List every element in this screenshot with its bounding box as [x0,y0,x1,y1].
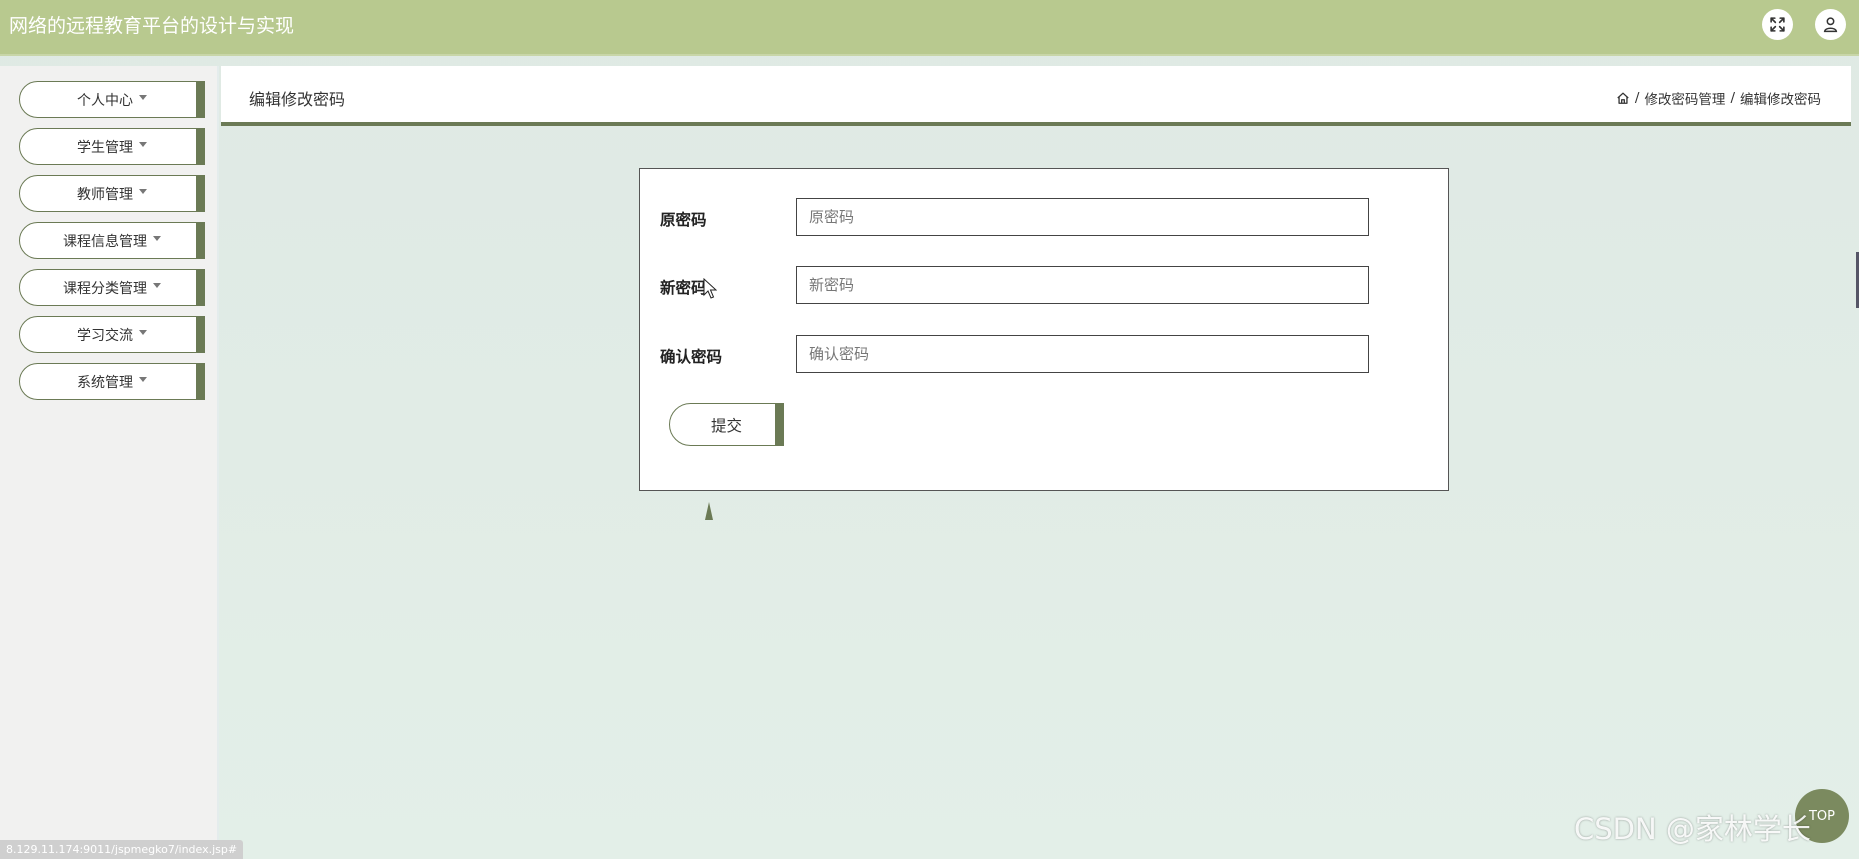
breadcrumb-separator: / [1730,90,1735,106]
mouse-cursor-icon [703,278,717,299]
breadcrumb: / 修改密码管理 / 编辑修改密码 [1616,88,1821,108]
status-bar-url: 8.129.11.174:9011/jspmegko7/index.jsp# [0,840,244,859]
sidebar-item-label: 学生管理 [77,139,133,156]
caret-down-icon [139,377,147,382]
new-password-label: 新密码 [660,279,707,297]
breadcrumb-item-change-password-management[interactable]: 修改密码管理 [1644,88,1725,108]
sidebar-item-course-info-management[interactable]: 课程信息管理 [19,222,205,259]
home-icon[interactable] [1616,91,1630,105]
page-header: 编辑修改密码 / 修改密码管理 / 编辑修改密码 [221,66,1851,126]
app-title: 网络的远程教育平台的设计与实现 [9,15,295,37]
sidebar-item-label: 系统管理 [77,374,133,391]
confirm-password-input[interactable] [796,335,1369,373]
old-password-input[interactable] [796,198,1369,236]
pointer-triangle-icon [705,502,713,520]
caret-down-icon [139,189,147,194]
submit-button[interactable]: 提交 [669,403,784,446]
user-icon [1823,17,1838,33]
expand-icon [1770,17,1785,32]
top-header: 网络的远程教育平台的设计与实现 [0,0,1859,56]
sidebar-item-label: 学习交流 [77,327,133,344]
sidebar-item-personal-center[interactable]: 个人中心 [19,81,205,118]
confirm-password-label: 确认密码 [660,348,723,366]
sidebar-item-system-management[interactable]: 系统管理 [19,363,205,400]
page-title: 编辑修改密码 [249,90,346,109]
sidebar-item-learning-exchange[interactable]: 学习交流 [19,316,205,353]
sidebar-item-label: 课程分类管理 [63,280,147,297]
caret-down-icon [153,236,161,241]
fullscreen-button[interactable] [1762,9,1793,40]
sidebar: 个人中心 学生管理 教师管理 课程信息管理 课程分类管理 学习交流 系统管理 [0,66,219,859]
sidebar-item-teacher-management[interactable]: 教师管理 [19,175,205,212]
sidebar-item-student-management[interactable]: 学生管理 [19,128,205,165]
watermark: CSDN @家林学长 [1574,812,1811,846]
caret-down-icon [139,142,147,147]
new-password-input[interactable] [796,266,1369,304]
sidebar-item-label: 教师管理 [77,186,133,203]
sidebar-item-label: 课程信息管理 [63,233,147,250]
change-password-form: 原密码 新密码 确认密码 提交 [639,168,1449,491]
back-to-top-label: TOP [1808,808,1835,824]
breadcrumb-separator: / [1634,90,1640,106]
user-menu-button[interactable] [1815,9,1846,40]
sidebar-item-course-category-management[interactable]: 课程分类管理 [19,269,205,306]
caret-down-icon [139,95,147,100]
sidebar-item-label: 个人中心 [77,92,133,109]
breadcrumb-item-edit-password: 编辑修改密码 [1740,92,1821,108]
caret-down-icon [153,283,161,288]
old-password-label: 原密码 [660,211,707,229]
caret-down-icon [139,330,147,335]
